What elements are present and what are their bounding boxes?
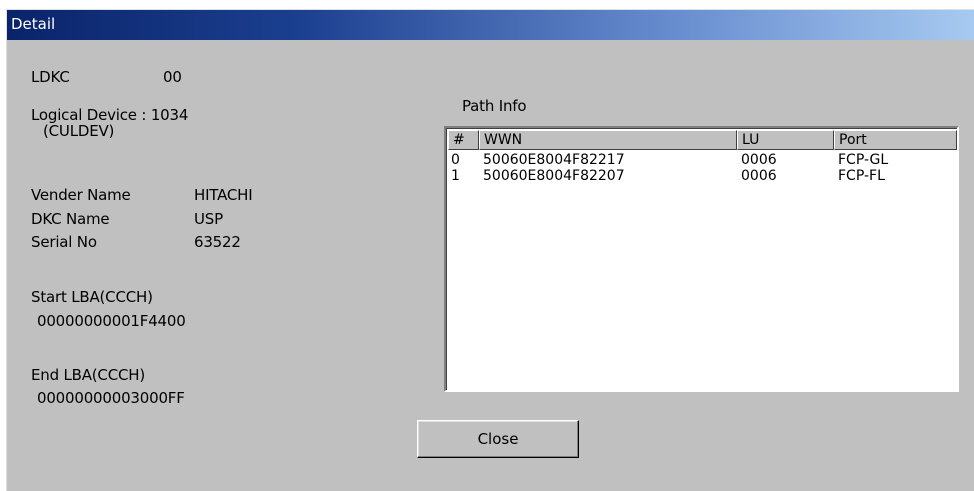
vender-name-value: HITACHI (194, 186, 253, 204)
logical-device-sub: (CULDEV) (43, 122, 115, 140)
row-num: 0 (451, 152, 460, 168)
row-num: 1 (451, 168, 460, 184)
column-header-lu[interactable]: LU (737, 130, 834, 150)
row-lu: 0006 (741, 152, 777, 168)
row-lu: 0006 (741, 168, 777, 184)
path-info-table[interactable]: # WWN LU Port 0 50060E8004F82217 0006 FC… (444, 126, 959, 392)
detail-window: Detail LDKC 00 Logical Device : 1034 (CU… (6, 9, 974, 491)
table-row[interactable]: 0 50060E8004F82217 0006 FCP-GL (448, 152, 957, 169)
column-header-port[interactable]: Port (834, 130, 957, 150)
end-lba-label: End LBA(CCCH) (31, 366, 145, 384)
start-lba-label: Start LBA(CCCH) (31, 288, 153, 306)
ldkc-label: LDKC (31, 68, 70, 86)
title-bar[interactable]: Detail (7, 10, 974, 40)
dkc-name-label: DKC Name (31, 210, 110, 228)
end-lba-value: 00000000003000FF (37, 389, 185, 407)
serial-no-value: 63522 (194, 233, 241, 251)
row-port: FCP-GL (838, 152, 889, 168)
dkc-name-value: USP (194, 210, 223, 228)
path-info-label: Path Info (462, 97, 527, 115)
table-header: # WWN LU Port (448, 130, 957, 150)
close-button[interactable]: Close (417, 420, 579, 458)
row-wwn: 50060E8004F82207 (483, 168, 625, 184)
serial-no-label: Serial No (31, 233, 97, 251)
vender-name-label: Vender Name (31, 186, 131, 204)
row-wwn: 50060E8004F82217 (483, 152, 625, 168)
column-header-wwn[interactable]: WWN (479, 130, 737, 150)
column-header-num[interactable]: # (448, 130, 479, 150)
table-row[interactable]: 1 50060E8004F82207 0006 FCP-FL (448, 168, 957, 185)
ldkc-value: 00 (163, 68, 182, 86)
row-port: FCP-FL (838, 168, 885, 184)
window-title: Detail (11, 15, 56, 33)
start-lba-value: 00000000001F4400 (37, 312, 186, 330)
